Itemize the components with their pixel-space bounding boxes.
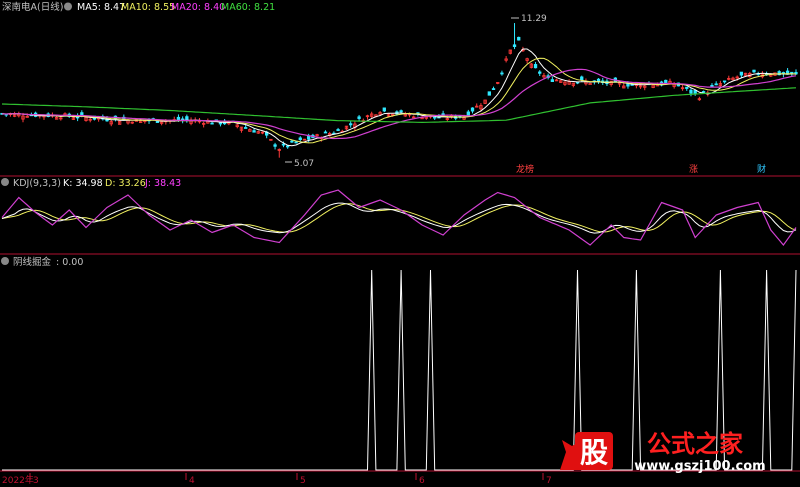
candle-body bbox=[752, 69, 756, 73]
candle-body bbox=[538, 71, 542, 74]
marker-long[interactable]: 龙 bbox=[516, 163, 525, 175]
candle-body bbox=[323, 131, 328, 134]
date-label-5: 5 bbox=[300, 476, 306, 486]
watermark-name: 公式之家 bbox=[647, 430, 743, 458]
date-label-6: 6 bbox=[419, 476, 425, 486]
marker-bang[interactable]: 榜 bbox=[525, 163, 534, 175]
candle-body bbox=[382, 107, 386, 112]
candle-body bbox=[487, 91, 491, 96]
kdj-title: KDJ(9,3,3) bbox=[13, 178, 61, 189]
candle-body bbox=[357, 116, 361, 119]
ma10-label: MA10: 8.55 bbox=[121, 2, 175, 13]
candle-body bbox=[281, 143, 286, 146]
kdj-settings-icon[interactable] bbox=[1, 178, 9, 186]
candle-body bbox=[689, 89, 693, 94]
high-annotation: 11.29 bbox=[511, 14, 547, 24]
candle-body bbox=[290, 140, 294, 143]
kdj-j-label: J: 38.43 bbox=[144, 178, 181, 189]
date-axis: 2022年 3 4 5 6 7 bbox=[2, 473, 552, 486]
watermark-url: www.gszj100.com bbox=[634, 459, 765, 474]
candle-body bbox=[517, 36, 521, 41]
signal-legend: 阴线掘金 : 0.00 bbox=[1, 256, 83, 268]
low-annotation: 5.07 bbox=[285, 159, 314, 169]
candle-body bbox=[433, 116, 437, 119]
candle-body bbox=[210, 122, 214, 125]
candle-body bbox=[693, 90, 697, 94]
ma20-line bbox=[1, 68, 797, 140]
candle-body bbox=[685, 86, 689, 89]
candle-body bbox=[580, 76, 584, 81]
kdj-d-label: D: 33.26 bbox=[105, 178, 146, 189]
candle-body bbox=[626, 83, 630, 87]
event-markers: 龙 榜 涨 财 bbox=[516, 163, 766, 175]
price-legend: 深南电A(日线) MA5: 8.47 MA10: 8.55 MA20: 8.40… bbox=[2, 1, 275, 13]
candle-body bbox=[273, 144, 277, 147]
candle-body bbox=[252, 130, 256, 133]
date-label-3: 3 bbox=[33, 476, 39, 486]
signal-settings-icon[interactable] bbox=[1, 257, 9, 265]
candle-body bbox=[714, 83, 718, 86]
price-panel bbox=[0, 23, 798, 158]
candle-body bbox=[399, 110, 403, 113]
high-value: 11.29 bbox=[521, 14, 547, 24]
candle-body bbox=[550, 79, 554, 82]
ma10-line bbox=[1, 57, 797, 144]
candle-body bbox=[336, 129, 340, 132]
marker-cai[interactable]: 财 bbox=[757, 163, 766, 175]
candle-body bbox=[470, 107, 475, 112]
candle-body bbox=[491, 88, 496, 91]
stock-chart: 深南电A(日线) MA5: 8.47 MA10: 8.55 MA20: 8.40… bbox=[0, 1, 800, 486]
candle-body bbox=[298, 137, 302, 140]
watermark-logo-char: 股 bbox=[580, 436, 608, 469]
signal-title: 阴线掘金 bbox=[13, 256, 52, 268]
candle-body bbox=[466, 111, 470, 116]
low-value: 5.07 bbox=[294, 159, 314, 169]
candle-body bbox=[307, 135, 311, 140]
settings-icon[interactable] bbox=[64, 2, 72, 11]
date-label-4: 4 bbox=[189, 476, 195, 486]
watermark-logo: 股 公式之家 www.gszj100.com bbox=[560, 430, 766, 474]
candle-body bbox=[533, 64, 538, 69]
signal-value: : 0.00 bbox=[56, 257, 83, 268]
ma20-label: MA20: 8.40 bbox=[171, 2, 225, 13]
candle-body bbox=[286, 145, 290, 148]
kdj-j-line bbox=[1, 189, 797, 246]
marker-zhang[interactable]: 涨 bbox=[689, 164, 698, 175]
ma60-label: MA60: 8.21 bbox=[221, 2, 275, 13]
candle-body bbox=[80, 112, 84, 116]
candle-body bbox=[512, 44, 517, 48]
candle-body bbox=[664, 79, 668, 84]
date-label-year: 2022年 bbox=[2, 474, 34, 486]
ma5-line bbox=[1, 48, 797, 147]
candle-body bbox=[349, 123, 353, 126]
candle-body bbox=[294, 141, 298, 144]
candle-body bbox=[185, 116, 189, 121]
candle-body bbox=[701, 91, 706, 93]
ma5-label: MA5: 8.47 bbox=[77, 2, 125, 13]
kdj-k-label: K: 34.98 bbox=[63, 178, 103, 189]
candle-body bbox=[218, 122, 223, 125]
candle-body bbox=[244, 127, 248, 129]
kdj-legend: KDJ(9,3,3) K: 34.98 D: 33.26 J: 38.43 bbox=[1, 178, 181, 189]
kdj-panel bbox=[1, 189, 797, 246]
date-label-7: 7 bbox=[546, 476, 552, 486]
candle-body bbox=[722, 80, 727, 83]
candle-body bbox=[739, 71, 744, 76]
candle-body bbox=[500, 72, 504, 75]
stock-title: 深南电A(日线) bbox=[2, 1, 63, 13]
